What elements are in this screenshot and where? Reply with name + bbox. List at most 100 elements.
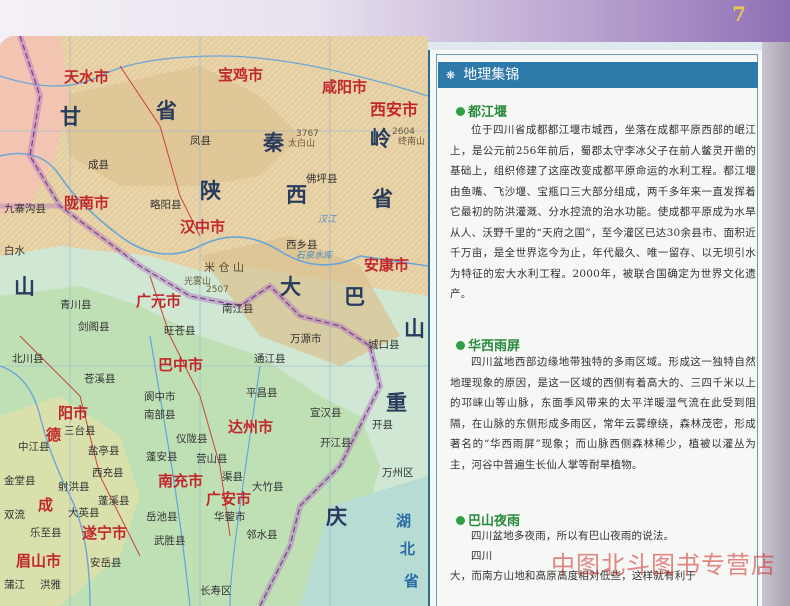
region-label-shaanxi: 省 [372,186,393,211]
peak-name: 终南山 [398,137,426,147]
mountain-label-daba: 山 [404,316,425,341]
county-label: 旺苍县 [164,325,196,337]
peak-elevation: 2604 [392,127,415,137]
peak-elevation: 3767 [296,129,319,139]
county-label: 开江县 [320,437,352,449]
county-label: 盐亭县 [88,445,120,457]
county-label: 蓬安县 [146,451,178,463]
mountain-label-qinling: 岭 [370,126,391,151]
county-label: 三台县 [64,425,96,437]
city-suining: 遂宁市 [82,524,128,542]
county-label: 佛坪县 [306,173,338,185]
county-label: 武胜县 [154,535,186,547]
county-label: 射洪县 [58,481,90,493]
book-edge [762,42,790,606]
region-label-chongqing: 重 [386,390,407,415]
county-label: 岳池县 [146,511,178,523]
city-tianshui: 天水市 [64,68,110,86]
city-longnan: 陇南市 [64,194,110,212]
city-baoji: 宝鸡市 [218,66,264,84]
county-label: 略阳县 [150,199,182,211]
map: 省 陕 西 省 秦 岭 大 巴 山 重 庆 湖 北 省 甘 山 天水市 宝鸡市 … [0,36,428,606]
county-label: 成县 [88,159,109,171]
city-ankang: 安康市 [364,256,410,274]
county-label: 大英县 [68,507,100,519]
city-hanzhong: 汉中市 [180,218,226,236]
bullet-icon [456,341,465,350]
region-label-chongqing: 庆 [326,504,347,529]
county-label: 万源市 [290,333,322,345]
county-label: 凤县 [190,135,211,147]
section-title: 都江堰 [468,105,508,120]
county-label: 西充县 [92,467,124,479]
county-label: 长寿区 [200,585,232,597]
county-label: 南江县 [222,303,254,315]
watermark: 中图北斗图书专营店 [551,551,776,579]
peak-name: 太白山 [288,139,316,149]
city-guangyuan: 广元市 [136,292,182,310]
county-label: 洪雅 [40,579,61,591]
section-paragraph: 位于四川省成都都江堰市城西，坐落在成都平原西部的岷江上，是公元前256年前后，蜀… [450,124,756,300]
peak-name: 光雾山 [184,277,212,287]
snowflake-icon: ❋ [446,69,456,82]
county-label: 九寨沟县 [4,203,46,215]
mountain-label-daba: 大 [280,274,301,299]
bullet-icon [456,107,465,116]
river-label: 石泉水库 [296,251,333,261]
county-label: 西乡县 [286,239,318,251]
city-guangan: 广安市 [206,490,252,508]
county-label: 营山县 [196,453,228,465]
region-label-mountain: 山 [14,274,35,299]
county-label: 平昌县 [246,387,278,399]
city-dazhou: 达州市 [228,418,274,436]
region-label-shaanxi: 陕 [200,178,221,203]
mountain-label-daba: 巴 [344,284,365,309]
region-label-shaanxi: 省 [156,98,177,123]
section-paragraph: 四川盆地西部边缘地带独特的多雨区域。形成这一独特自然地理现象的原因，是这一区域的… [450,356,756,471]
region-label-gansu: 甘 [60,104,81,129]
county-label: 苍溪县 [84,373,116,385]
county-label: 渠县 [222,471,243,483]
county-label: 通江县 [254,353,286,365]
mountain-label-qinling: 秦 [263,130,284,155]
county-label: 蒲江 [4,579,25,591]
county-label: 双流 [4,509,25,521]
county-label: 大竹县 [252,481,284,493]
section-paragraph: 四川盆地多夜雨，所以有巴山夜雨的说法。 [471,530,675,542]
county-label: 城口县 [368,339,400,351]
county-label: 蓬溪县 [98,495,130,507]
county-label: 邻水县 [246,529,278,541]
county-label: 开县 [372,419,393,431]
county-label: 中江县 [18,441,50,453]
mountain-label-micang: 米 仓 山 [204,261,244,274]
county-label: 白水 [4,245,25,257]
city-xianyang: 咸阳市 [322,78,368,96]
peak-elevation: 2507 [206,285,229,295]
region-label-hubei: 湖 [396,512,412,530]
county-label: 南部县 [144,409,176,421]
county-label: 青川县 [60,299,92,311]
bullet-icon [456,516,465,525]
panel-title: 地理集锦 [463,67,520,83]
county-label: 北川县 [12,353,44,365]
county-label: 华蓥市 [214,511,246,523]
region-label-shaanxi: 西 [286,182,307,207]
county-label: 安岳县 [90,557,122,569]
city-xian: 西安市 [370,100,419,119]
county-label: 宣汉县 [310,407,342,419]
county-label: 阆中市 [144,391,176,403]
county-label: 仪陇县 [176,433,208,445]
county-label: 金堂县 [4,475,36,487]
panel-header: ❋ 地理集锦 [438,62,758,88]
city-mianyang: 阳市 [58,404,89,422]
city-nanchong: 南充市 [158,472,204,490]
county-label: 乐至县 [30,527,62,539]
city-bazhong: 巴中市 [158,356,204,374]
city-chengdu: 成 [38,496,54,514]
info-panel: ❋ 地理集锦 都江堰 位于四川省成都都江堰市城西，坐落在成都平原西部的岷江上，是公… [428,50,764,606]
county-label: 剑阁县 [78,321,110,333]
region-label-hubei: 省 [404,572,420,590]
river-label: 汉江 [318,215,337,225]
county-label: 万州区 [382,467,414,479]
page-number: 7 [732,2,746,26]
